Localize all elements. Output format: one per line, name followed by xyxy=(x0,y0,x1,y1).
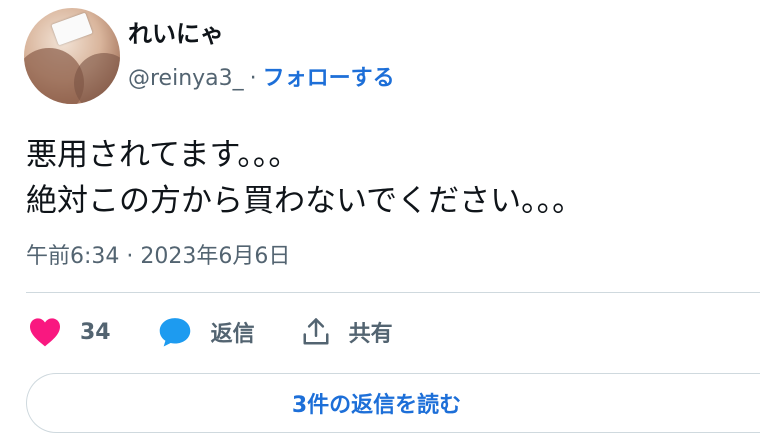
avatar-detail xyxy=(51,12,93,46)
follow-button[interactable]: フォローする xyxy=(263,66,395,91)
share-upload-icon xyxy=(303,318,329,345)
tweet-timestamp[interactable]: 午前6:34 · 2023年6月6日 xyxy=(26,238,290,270)
share-label: 共有 xyxy=(348,322,393,347)
author-display-name[interactable]: れいにゃ xyxy=(128,14,224,49)
avatar-detail xyxy=(74,53,120,104)
author-handle[interactable]: @reinya3_ xyxy=(128,66,244,91)
action-bar: 34 返信 共有 xyxy=(28,312,439,352)
separator: · xyxy=(249,66,257,91)
reply-label: 返信 xyxy=(210,322,255,347)
speech-bubble-icon xyxy=(159,318,190,347)
reply-button[interactable]: 返信 xyxy=(157,316,255,348)
like-button[interactable]: 34 xyxy=(28,317,111,347)
tweet-text: 悪用されてます。。。絶対この方から買わないでください。。。 xyxy=(26,132,583,224)
tweet-text-line: 絶対この方から買わないでください。。。 xyxy=(26,183,584,219)
like-count: 34 xyxy=(80,319,111,345)
read-replies-label: 3件の返信を読む xyxy=(291,393,462,418)
share-button[interactable]: 共有 xyxy=(301,316,393,348)
read-replies-button[interactable]: 3件の返信を読む xyxy=(26,373,760,433)
avatar[interactable] xyxy=(24,8,120,104)
tweet-text-line: 悪用されてます。。。 xyxy=(26,137,300,173)
heart-icon xyxy=(30,318,60,347)
divider xyxy=(26,292,760,293)
author-handle-row: @reinya3_ · フォローする xyxy=(128,60,395,92)
